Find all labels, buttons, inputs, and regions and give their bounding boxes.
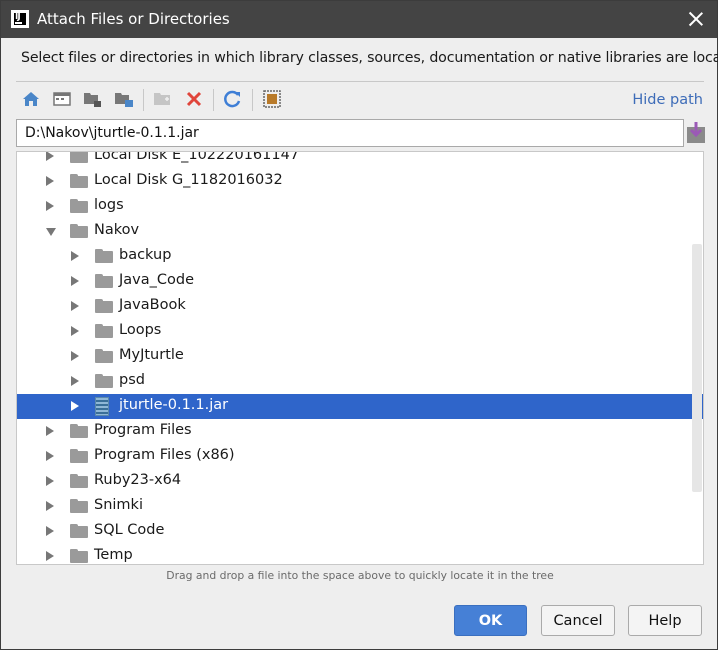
folder-icon <box>70 524 88 538</box>
tree-row-label: jturtle-0.1.1.jar <box>119 397 229 413</box>
show-hidden-icon[interactable] <box>260 87 284 111</box>
expand-arrow-icon[interactable] <box>46 176 54 186</box>
tree-row[interactable]: Nakov <box>17 219 703 244</box>
close-icon[interactable] <box>685 8 707 30</box>
tree-row[interactable]: Ruby23-x64 <box>17 469 703 494</box>
tree-row[interactable]: Local Disk E_102220161147 <box>17 151 703 169</box>
home-icon[interactable] <box>19 87 43 111</box>
tree-row-label: SQL Code <box>94 522 165 538</box>
cancel-button[interactable]: Cancel <box>541 605 615 636</box>
expand-arrow-icon[interactable] <box>46 501 54 511</box>
intellij-logo-icon <box>11 10 29 28</box>
folder-icon <box>70 199 88 213</box>
expand-arrow-icon[interactable] <box>46 451 54 461</box>
expand-arrow-icon[interactable] <box>71 326 79 336</box>
folder-icon <box>95 349 113 363</box>
folder-icon <box>95 274 113 288</box>
title-bar: Attach Files or Directories <box>1 1 717 38</box>
expand-arrow-icon[interactable] <box>71 251 79 261</box>
expand-arrow-icon[interactable] <box>46 426 54 436</box>
folder-icon <box>70 152 88 163</box>
divider <box>16 81 704 82</box>
tree-row[interactable]: JavaBook <box>17 294 703 319</box>
folder-icon <box>70 474 88 488</box>
expand-arrow-icon[interactable] <box>71 376 79 386</box>
folder-icon <box>95 324 113 338</box>
tree-row-label: Temp <box>94 547 133 563</box>
hide-path-link[interactable]: Hide path <box>632 92 703 108</box>
expand-arrow-icon[interactable] <box>46 526 54 536</box>
collapse-arrow-icon[interactable] <box>46 228 56 236</box>
tree-row[interactable]: Program Files <box>17 419 703 444</box>
dialog-description: Select files or directories in which lib… <box>21 50 718 66</box>
tree-row-label: Local Disk G_1182016032 <box>94 172 283 188</box>
tree-row-label: Program Files (x86) <box>94 447 235 463</box>
ok-button[interactable]: OK <box>454 605 527 636</box>
new-folder-icon[interactable] <box>151 87 175 111</box>
desktop-icon[interactable] <box>50 87 74 111</box>
path-field[interactable] <box>16 119 684 147</box>
refresh-icon[interactable] <box>221 87 245 111</box>
tree-row[interactable]: Java_Code <box>17 269 703 294</box>
dialog-title: Attach Files or Directories <box>37 10 230 28</box>
project-icon[interactable] <box>81 87 105 111</box>
tree-row-label: Loops <box>119 322 162 338</box>
expand-arrow-icon[interactable] <box>46 201 54 211</box>
folder-icon <box>70 499 88 513</box>
tree-row[interactable]: Program Files (x86) <box>17 444 703 469</box>
folder-icon <box>70 224 88 238</box>
module-icon[interactable] <box>112 87 136 111</box>
tree-row[interactable]: Local Disk G_1182016032 <box>17 169 703 194</box>
expand-arrow-icon[interactable] <box>71 351 79 361</box>
expand-arrow-icon[interactable] <box>46 476 54 486</box>
expand-arrow-icon[interactable] <box>46 551 54 561</box>
tree-row-label: Local Disk E_102220161147 <box>94 151 300 163</box>
folder-icon <box>70 449 88 463</box>
tree-row[interactable]: Temp <box>17 544 703 564</box>
drag-drop-hint: Drag and drop a file into the space abov… <box>166 569 554 582</box>
file-tree[interactable]: Temp SQL Code Snimki Ruby23-x64 Program File… <box>16 151 704 565</box>
folder-icon <box>95 249 113 263</box>
folder-icon <box>70 174 88 188</box>
tree-row[interactable]: SQL Code <box>17 519 703 544</box>
tree-row-label: Nakov <box>94 222 140 238</box>
delete-icon[interactable] <box>182 87 206 111</box>
tree-row[interactable]: Snimki <box>17 494 703 519</box>
folder-icon <box>95 299 113 313</box>
path-history-icon[interactable] <box>686 121 706 145</box>
tree-row-label: logs <box>94 197 124 213</box>
tree-row[interactable]: MyJturtle <box>17 344 703 369</box>
expand-arrow-icon[interactable] <box>71 301 79 311</box>
tree-row-label: backup <box>119 247 172 263</box>
folder-icon <box>70 424 88 438</box>
tree-row[interactable]: jturtle-0.1.1.jar <box>17 394 703 419</box>
tree-row-label: Snimki <box>94 497 143 513</box>
expand-arrow-icon[interactable] <box>71 276 79 286</box>
expand-arrow-icon[interactable] <box>71 401 79 411</box>
tree-row-label: Program Files <box>94 422 192 438</box>
tree-row[interactable]: Loops <box>17 319 703 344</box>
folder-icon <box>95 374 113 388</box>
help-button[interactable]: Help <box>628 605 702 636</box>
toolbar-divider <box>143 89 144 111</box>
toolbar-divider <box>252 89 253 111</box>
tree-row[interactable]: backup <box>17 244 703 269</box>
tree-row-label: JavaBook <box>119 297 186 313</box>
tree-row[interactable]: logs <box>17 194 703 219</box>
tree-row-label: Java_Code <box>119 272 194 288</box>
tree-scrollbar[interactable] <box>692 244 702 492</box>
folder-icon <box>70 549 88 563</box>
tree-row-label: Ruby23-x64 <box>94 472 182 488</box>
toolbar-divider <box>213 89 214 111</box>
attach-files-dialog: Attach Files or Directories Select files… <box>0 0 718 650</box>
tree-row-label: MyJturtle <box>119 347 184 363</box>
tree-row-label: psd <box>119 372 145 388</box>
expand-arrow-icon[interactable] <box>46 152 54 161</box>
jar-file-icon <box>95 397 109 416</box>
tree-row[interactable]: psd <box>17 369 703 394</box>
